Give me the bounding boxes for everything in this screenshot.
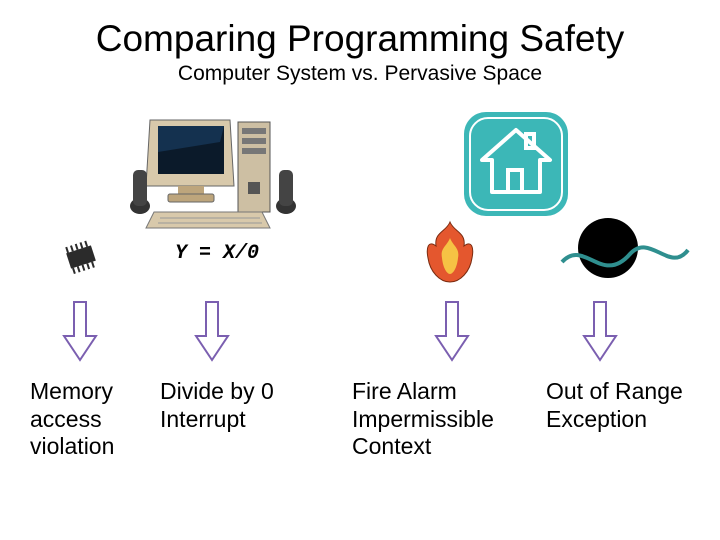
chip-icon: [58, 240, 104, 279]
label-fire-alarm: Fire Alarm Impermissible Context: [352, 378, 532, 461]
slide-title: Comparing Programming Safety: [0, 0, 720, 60]
arrow-icon: [192, 300, 232, 367]
slide-subtitle: Computer System vs. Pervasive Space: [0, 62, 720, 86]
house-icon: [462, 110, 570, 223]
label-out-of-range: Out of Range Exception: [546, 378, 696, 433]
code-expression: Y = X/0: [175, 242, 259, 265]
arrow-icon: [432, 300, 472, 367]
label-divide-by-zero: Divide by 0 Interrupt: [160, 378, 290, 433]
arrow-icon: [580, 300, 620, 367]
label-memory-violation: Memory access violation: [30, 378, 150, 461]
out-of-range-icon: [560, 214, 690, 289]
fire-icon: [420, 218, 480, 291]
arrow-icon: [60, 300, 100, 367]
computer-icon: [130, 112, 300, 237]
